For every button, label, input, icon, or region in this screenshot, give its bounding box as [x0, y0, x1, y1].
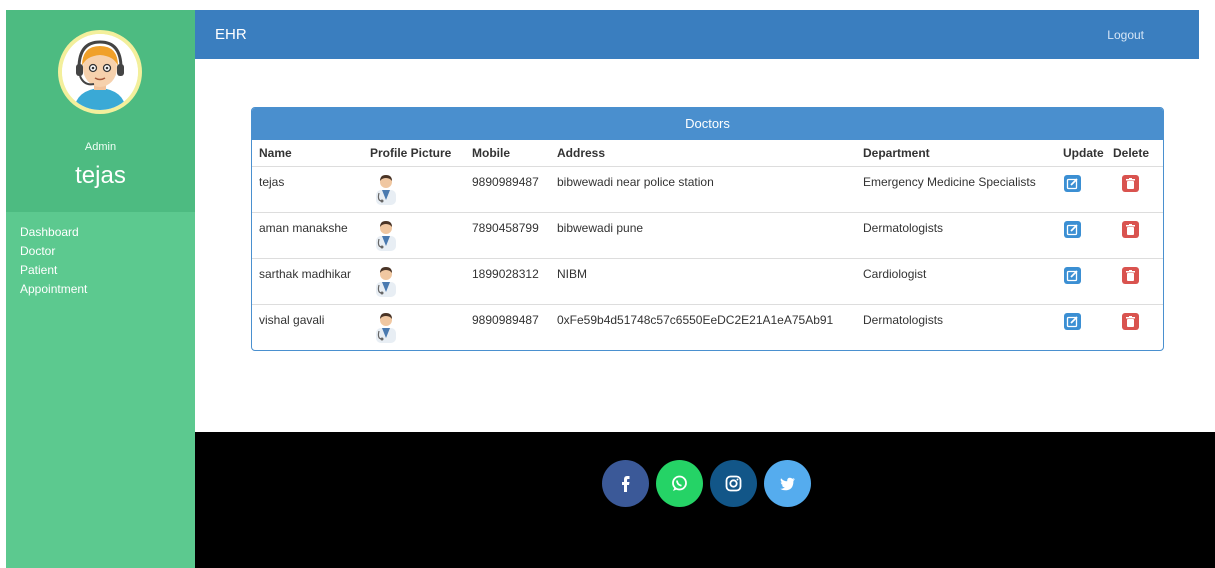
user-role: Admin: [84, 141, 117, 153]
sidebar: Admin tejas Dashboard Doctor Patient App…: [6, 10, 195, 568]
facebook-button[interactable]: [602, 460, 649, 507]
doctor-department: Cardiologist: [856, 257, 1056, 304]
user-name: tejas: [75, 162, 126, 189]
instagram-icon: [725, 475, 742, 492]
profile-picture-cell: [363, 211, 465, 258]
doctor-address: 0xFe59b4d51748c57c6550EeDC2E21A1eA75Ab91: [550, 303, 856, 350]
column-header-department: Department: [863, 145, 930, 160]
sidebar-nav: Dashboard Doctor Patient Appointment: [6, 223, 195, 299]
delete-button[interactable]: [1122, 220, 1139, 238]
trash-icon: [1126, 223, 1135, 235]
doctor-avatar-icon: [376, 312, 396, 343]
sidebar-item-dashboard[interactable]: Dashboard: [6, 223, 195, 242]
sidebar-item-appointment[interactable]: Appointment: [6, 280, 195, 299]
column-header-name: Name: [259, 145, 292, 160]
doctor-avatar-icon: [376, 266, 396, 297]
logout-link[interactable]: Logout: [1107, 28, 1144, 42]
doctor-name: aman manakshe: [252, 211, 363, 258]
doctor-address: NIBM: [550, 257, 856, 304]
doctor-department: Emergency Medicine Specialists: [856, 165, 1056, 212]
top-navbar: EHR Logout: [195, 10, 1199, 59]
doctor-address: bibwewadi pune: [550, 211, 856, 258]
edit-icon: [1066, 177, 1078, 189]
avatar: [58, 30, 142, 114]
profile-picture-cell: [363, 165, 465, 212]
table-header-row: Name Profile Picture Mobile Address Depa…: [252, 140, 1163, 166]
brand-link[interactable]: EHR: [215, 26, 247, 43]
delete-cell: [1106, 257, 1163, 304]
delete-button[interactable]: [1122, 174, 1139, 192]
sidebar-item-doctor[interactable]: Doctor: [6, 242, 195, 261]
update-cell: [1056, 303, 1106, 350]
doctor-mobile: 9890989487: [465, 303, 550, 350]
twitter-button[interactable]: [764, 460, 811, 507]
table-row: aman manakshe 7890458799 bibwewadi pune …: [252, 211, 1163, 258]
trash-icon: [1126, 315, 1135, 327]
column-header-mobile: Mobile: [472, 145, 510, 160]
update-cell: [1056, 257, 1106, 304]
sidebar-item-patient[interactable]: Patient: [6, 261, 195, 280]
doctor-mobile: 1899028312: [465, 257, 550, 304]
edit-icon: [1066, 315, 1078, 327]
doctor-name: vishal gavali: [252, 303, 363, 350]
column-header-update: Update: [1063, 145, 1104, 160]
update-cell: [1056, 165, 1106, 212]
edit-button[interactable]: [1064, 312, 1081, 330]
facebook-icon: [622, 476, 630, 492]
doctors-table: Name Profile Picture Mobile Address Depa…: [252, 140, 1163, 350]
doctor-mobile: 9890989487: [465, 165, 550, 212]
delete-cell: [1106, 211, 1163, 258]
delete-cell: [1106, 303, 1163, 350]
panel-title: Doctors: [252, 108, 1163, 140]
edit-icon: [1066, 269, 1078, 281]
column-header-profile-picture: Profile Picture: [370, 145, 452, 160]
delete-button[interactable]: [1122, 312, 1139, 330]
edit-button[interactable]: [1064, 220, 1081, 238]
delete-cell: [1106, 165, 1163, 212]
edit-icon: [1066, 223, 1078, 235]
edit-button[interactable]: [1064, 266, 1081, 284]
doctor-avatar-icon: [376, 174, 396, 205]
table-row: vishal gavali 9890989487 0xFe59b4d51748c…: [252, 303, 1163, 350]
table-row: tejas 9890989487 bibwewadi near police s…: [252, 165, 1163, 212]
whatsapp-icon: [672, 475, 687, 491]
column-header-delete: Delete: [1113, 145, 1150, 160]
doctor-department: Dermatologists: [856, 211, 1056, 258]
edit-button[interactable]: [1064, 174, 1081, 192]
trash-icon: [1126, 269, 1135, 281]
doctor-department: Dermatologists: [856, 303, 1056, 350]
footer: [195, 432, 1215, 568]
doctor-name: sarthak madhikar: [252, 257, 363, 304]
doctor-avatar-icon: [376, 220, 396, 251]
delete-button[interactable]: [1122, 266, 1139, 284]
update-cell: [1056, 211, 1106, 258]
table-row: sarthak madhikar 1899028312 NIBM Cardiol…: [252, 257, 1163, 304]
whatsapp-button[interactable]: [656, 460, 703, 507]
profile-picture-cell: [363, 257, 465, 304]
app-frame: Admin tejas Dashboard Doctor Patient App…: [0, 0, 1215, 568]
trash-icon: [1126, 177, 1135, 189]
profile-picture-cell: [363, 303, 465, 350]
instagram-button[interactable]: [710, 460, 757, 507]
twitter-icon: [780, 477, 795, 491]
doctor-name: tejas: [252, 165, 363, 212]
operator-avatar-icon: [62, 34, 138, 110]
doctor-address: bibwewadi near police station: [550, 165, 856, 212]
doctors-panel: Doctors Name Profile Picture Mobile Addr…: [251, 107, 1164, 351]
doctor-mobile: 7890458799: [465, 211, 550, 258]
column-header-address: Address: [557, 145, 606, 160]
